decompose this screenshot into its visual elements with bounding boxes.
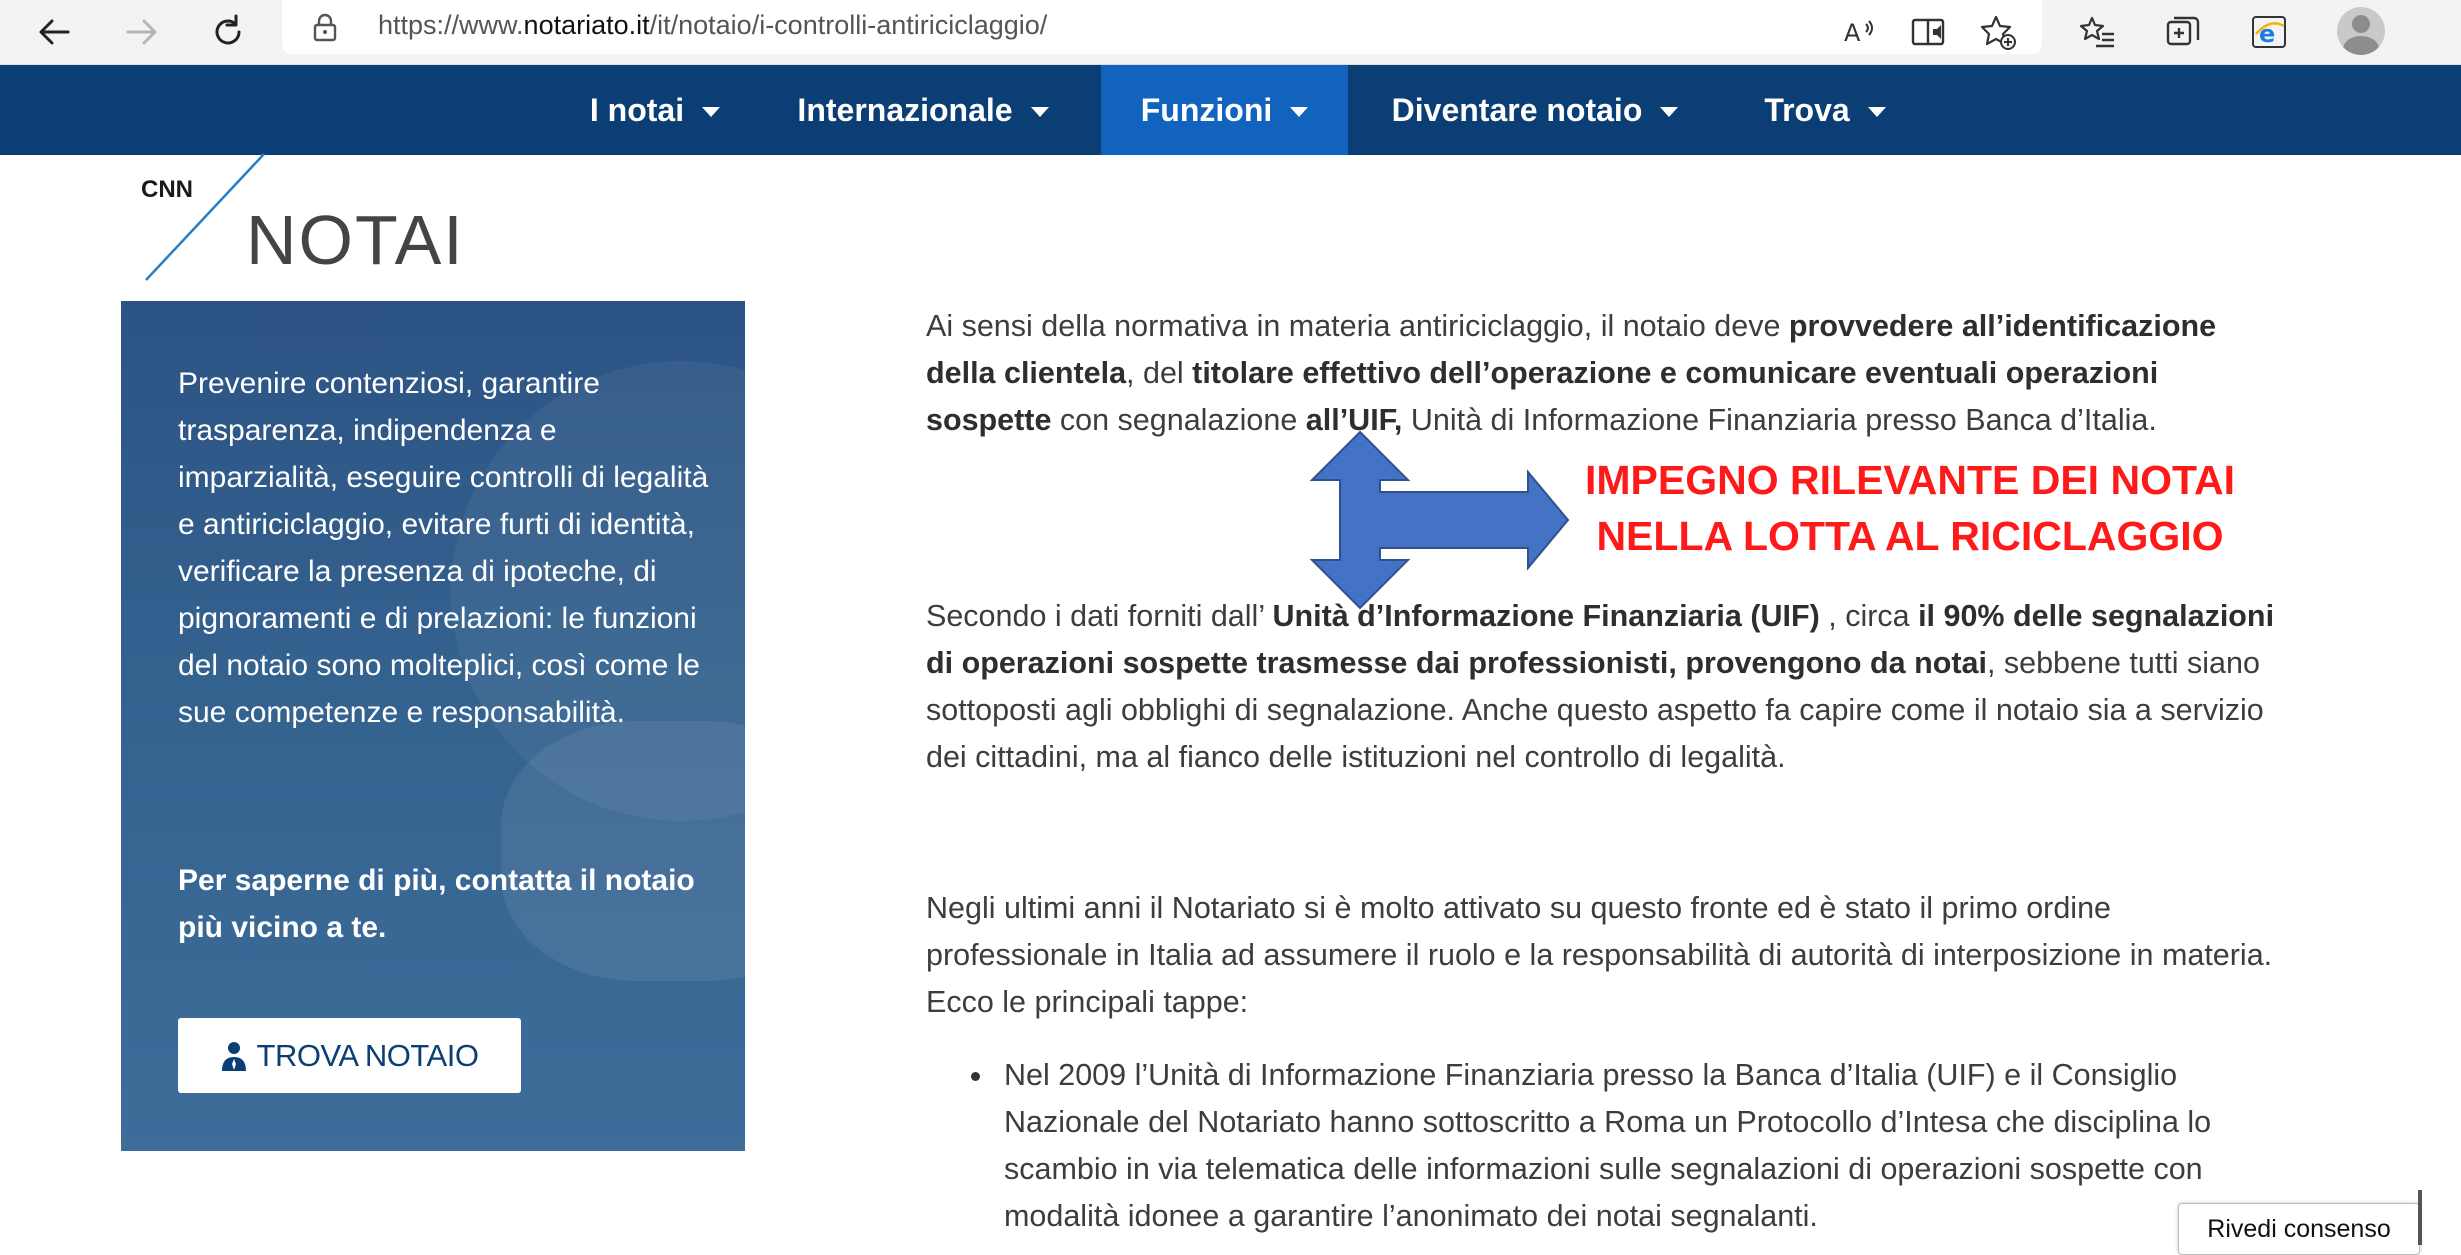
chevron-down-icon	[1290, 107, 1309, 117]
forward-button[interactable]	[116, 6, 168, 58]
nav-item-i-notai[interactable]: I notai	[560, 65, 750, 155]
paragraph-statistiche-uif: Secondo i dati forniti dall’ Unità d’Inf…	[926, 593, 2286, 781]
favorites-list-icon	[2079, 16, 2114, 48]
nav-label: I notai	[589, 91, 685, 128]
chevron-down-icon	[702, 107, 721, 117]
logo-cnn: CNN	[141, 176, 193, 203]
refresh-icon	[215, 14, 241, 45]
lock-icon	[312, 12, 338, 46]
user-icon	[221, 1040, 247, 1072]
read-aloud-button[interactable]: A	[1834, 6, 1886, 58]
back-button[interactable]	[28, 6, 80, 58]
address-bar[interactable]: https://www.notariato.it/it/notaio/i-con…	[282, 0, 2042, 54]
sidebar-panel: Prevenire contenziosi, garantire traspar…	[121, 301, 745, 1151]
url-host: notariato.it	[523, 10, 650, 40]
nav-item-diventare-notaio[interactable]: Diventare notaio	[1370, 65, 1700, 155]
url-path: /it/notaio/i-controlli-antiriciclaggio/	[649, 10, 1048, 40]
text-run: Secondo i dati forniti dall’	[926, 599, 1273, 633]
nav-item-internazionale[interactable]: Internazionale	[778, 65, 1068, 155]
trova-notaio-button[interactable]: TROVA NOTAIO	[178, 1018, 521, 1093]
rivedi-consenso-button[interactable]: Rivedi consenso	[2178, 1203, 2420, 1255]
annotation-line-2: NELLA LOTTA AL RICICLAGGIO	[1596, 513, 2224, 559]
text-run: , del	[1126, 356, 1193, 390]
text-run: con segnalazione	[1051, 403, 1306, 437]
list-item: Nel 2009 l’Unità di Informazione Finanzi…	[971, 1052, 2294, 1240]
immersive-reader-icon	[1911, 18, 1945, 46]
sidebar-cta-text: Per saperne di più, contatta il notaio p…	[178, 864, 695, 944]
text-run: Ai sensi della normativa in materia anti…	[926, 309, 1789, 343]
nav-label: Diventare notaio	[1391, 91, 1643, 128]
svg-text:A: A	[1844, 19, 1861, 47]
immersive-reader-button[interactable]	[1903, 6, 1955, 58]
collections-icon	[2166, 16, 2200, 46]
nav-item-trova[interactable]: Trova	[1740, 65, 1910, 155]
collections-button[interactable]	[2158, 6, 2210, 58]
read-aloud-icon: A	[1844, 19, 1873, 47]
nav-label: Internazionale	[797, 91, 1013, 128]
annotation-line-1: IMPEGNO RILEVANTE DEI NOTAI	[1585, 457, 2235, 503]
annotation-text: IMPEGNO RILEVANTE DEI NOTAI NELLA LOTTA …	[1560, 452, 2260, 564]
add-favorite-button[interactable]	[1972, 6, 2024, 58]
ie-mode-button[interactable]: e	[2244, 6, 2296, 58]
site-navigation: I notai Internazionale Funzioni Diventar…	[0, 65, 2461, 155]
double-arrow-annotation	[1309, 430, 1570, 610]
favorites-button[interactable]	[2072, 6, 2124, 58]
nav-label: Trova	[1764, 91, 1850, 128]
logo-notai: NOTAI	[246, 201, 465, 279]
browser-toolbar: https://www.notariato.it/it/notaio/i-con…	[0, 0, 2461, 65]
chevron-down-icon	[1660, 107, 1679, 117]
profile-avatar-icon[interactable]	[2337, 7, 2385, 55]
url-text[interactable]: https://www.notariato.it/it/notaio/i-con…	[378, 10, 1047, 41]
chevron-down-icon	[1867, 107, 1886, 117]
forward-arrow-icon	[126, 19, 157, 45]
star-add-icon	[1980, 15, 2016, 50]
bullet-dot	[971, 1072, 980, 1081]
scrollbar-edge	[2418, 1190, 2422, 1245]
paragraph-tappe: Negli ultimi anni il Notariato si è molt…	[926, 891, 2273, 1019]
refresh-button[interactable]	[202, 6, 254, 58]
nav-label: Funzioni	[1140, 91, 1273, 128]
paragraph-identificazione: Ai sensi della normativa in materia anti…	[926, 303, 2286, 444]
text-run: , circa	[1819, 599, 1919, 633]
url-prefix: https://www.	[378, 10, 524, 40]
chevron-down-icon	[1030, 107, 1049, 117]
button-label: TROVA NOTAIO	[256, 1037, 479, 1073]
internet-explorer-icon: e	[2252, 16, 2286, 48]
nav-item-funzioni[interactable]: Funzioni	[1101, 65, 1348, 155]
list-item-text: Nel 2009 l’Unità di Informazione Finanzi…	[1004, 1058, 2212, 1233]
back-arrow-icon	[39, 19, 70, 45]
sidebar-description: Prevenire contenziosi, garantire traspar…	[178, 367, 709, 729]
